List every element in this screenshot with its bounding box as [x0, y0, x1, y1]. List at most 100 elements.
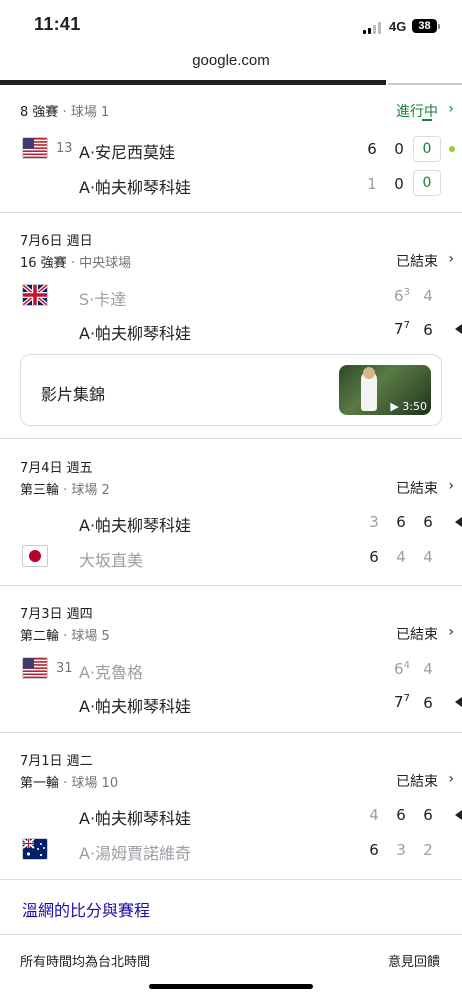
match-5-p2-name[interactable]: A·湯姆賈諾維奇 [79, 840, 191, 864]
url-bar[interactable]: google.com [0, 44, 462, 78]
feedback-link[interactable]: 意見回饋 [388, 951, 440, 970]
divider [0, 438, 462, 439]
match-2-status[interactable]: 已結束 [396, 251, 438, 271]
match-1-p1-set2: 0 [394, 140, 404, 158]
divider [0, 212, 462, 213]
match-5-p1-set3: 6 [423, 806, 433, 824]
match-3-meta: 第三輪 · 球場 2 [20, 483, 110, 498]
chevron-right-icon[interactable]: › [448, 624, 454, 640]
match-1-round: 8 強賽 [20, 105, 59, 120]
network-label: 4G [389, 19, 407, 34]
video-thumbnail[interactable]: ▶ 3:50 [339, 365, 431, 415]
match-5-date: 7月1日 週二 [20, 754, 93, 769]
match-3-p1-set3: 6 [423, 513, 433, 531]
match-4-court: 球場 5 [71, 629, 110, 644]
match-2-p1-set2: 4 [423, 287, 433, 305]
tab-indicator-active [388, 83, 462, 85]
match-5-p2-set2: 3 [396, 841, 406, 859]
match-5-meta: 第一輪 · 球場 10 [20, 776, 119, 791]
timezone-note: 所有時間均為台北時間 [20, 955, 151, 970]
match-2-p2-set1: 77 [394, 320, 410, 338]
live-underline [422, 119, 432, 121]
match-3-p1-name[interactable]: A·帕夫柳琴科娃 [79, 512, 191, 536]
chevron-right-icon[interactable]: › [448, 251, 454, 267]
match-4-meta: 第二輪 · 球場 5 [20, 629, 110, 644]
divider [0, 934, 462, 935]
match-2-p1-set1: 63 [394, 287, 410, 305]
match-4-p1-set2: 4 [423, 660, 433, 678]
match-1-status[interactable]: 進行中 [396, 101, 438, 121]
match-4-p1-name[interactable]: A·克魯格 [79, 659, 143, 683]
japan-flag-icon [22, 545, 48, 567]
match-5-court: 球場 10 [71, 776, 119, 791]
battery-icon: 38 [412, 19, 437, 33]
winner-arrow-icon [455, 810, 462, 820]
match-3-status[interactable]: 已結束 [396, 478, 438, 498]
match-5-p2-set1: 6 [369, 841, 379, 859]
match-4-round: 第二輪 [20, 629, 60, 644]
match-4-date: 7月3日 週四 [20, 607, 93, 622]
match-4-p1-set1: 64 [394, 660, 410, 678]
match-2-round: 16 強賽 [20, 256, 67, 271]
match-1-meta: 8 強賽 · 球場 1 [20, 105, 110, 120]
status-bar: 11:41 4G 38 [0, 0, 462, 44]
match-1-p2-live-score: 0 [413, 170, 441, 196]
divider [0, 585, 462, 586]
match-5-p2-set3: 2 [423, 841, 433, 859]
us-flag-icon [22, 657, 48, 679]
match-1-p1-seed: 13 [56, 141, 73, 156]
match-5-round: 第一輪 [20, 776, 60, 791]
battery-tip [438, 24, 440, 29]
match-2-p2-name[interactable]: A·帕夫柳琴科娃 [79, 320, 191, 344]
australia-flag-icon [22, 838, 48, 860]
match-3-date: 7月4日 週五 [20, 461, 93, 476]
match-3-round: 第三輪 [20, 483, 60, 498]
match-4-p1-seed: 31 [56, 661, 73, 676]
divider [0, 879, 462, 880]
match-5-p1-set1: 4 [369, 806, 379, 824]
player-head [363, 367, 375, 379]
video-duration: ▶ 3:50 [390, 400, 427, 413]
us-flag-icon [22, 137, 48, 159]
match-3-p2-set2: 4 [396, 548, 406, 566]
match-4-p2-set2: 6 [423, 694, 433, 712]
match-1-p1-name[interactable]: A·安尼西莫娃 [79, 139, 175, 163]
match-5-p1-name[interactable]: A·帕夫柳琴科娃 [79, 805, 191, 829]
match-1-p2-name[interactable]: A·帕夫柳琴科娃 [79, 174, 191, 198]
match-3-p2-set3: 4 [423, 548, 433, 566]
chevron-right-icon[interactable]: › [448, 101, 454, 117]
match-1-p2-set2: 0 [394, 175, 404, 193]
match-1-p1-live-score: 0 [413, 136, 441, 162]
signal-icon [363, 22, 385, 34]
divider [0, 732, 462, 733]
home-indicator[interactable] [149, 984, 313, 989]
chevron-right-icon[interactable]: › [448, 771, 454, 787]
uk-flag-icon [22, 284, 48, 306]
match-4-status[interactable]: 已結束 [396, 624, 438, 644]
serving-dot-icon [449, 146, 455, 152]
match-4-p2-set1: 77 [394, 693, 410, 711]
winner-arrow-icon [455, 324, 462, 334]
match-3-court: 球場 2 [71, 483, 110, 498]
match-3-p2-set1: 6 [369, 548, 379, 566]
chevron-right-icon[interactable]: › [448, 478, 454, 494]
match-4-p2-name[interactable]: A·帕夫柳琴科娃 [79, 693, 191, 717]
match-2-p1-name[interactable]: S·卡達 [79, 286, 126, 310]
match-2-court: 中央球場 [79, 256, 132, 271]
match-3-p1-set1: 3 [369, 513, 379, 531]
winner-arrow-icon [455, 517, 462, 527]
match-1-p1-set1: 6 [367, 140, 377, 158]
match-5-status[interactable]: 已結束 [396, 771, 438, 791]
match-2-meta: 16 強賽 · 中央球場 [20, 256, 132, 271]
highlight-label: 影片集錦 [41, 385, 106, 404]
play-icon: ▶ [390, 400, 403, 413]
status-time: 11:41 [34, 14, 81, 34]
wimbledon-scores-link[interactable]: 溫網的比分與賽程 [22, 897, 150, 921]
match-2-p2-set2: 6 [423, 321, 433, 339]
match-2-date: 7月6日 週日 [20, 234, 93, 249]
match-1-court: 球場 1 [70, 105, 110, 120]
highlight-card[interactable]: 影片集錦 ▶ 3:50 [20, 354, 442, 426]
winner-arrow-icon [455, 697, 462, 707]
match-3-p1-set2: 6 [396, 513, 406, 531]
match-3-p2-name[interactable]: 大坂直美 [79, 547, 143, 571]
